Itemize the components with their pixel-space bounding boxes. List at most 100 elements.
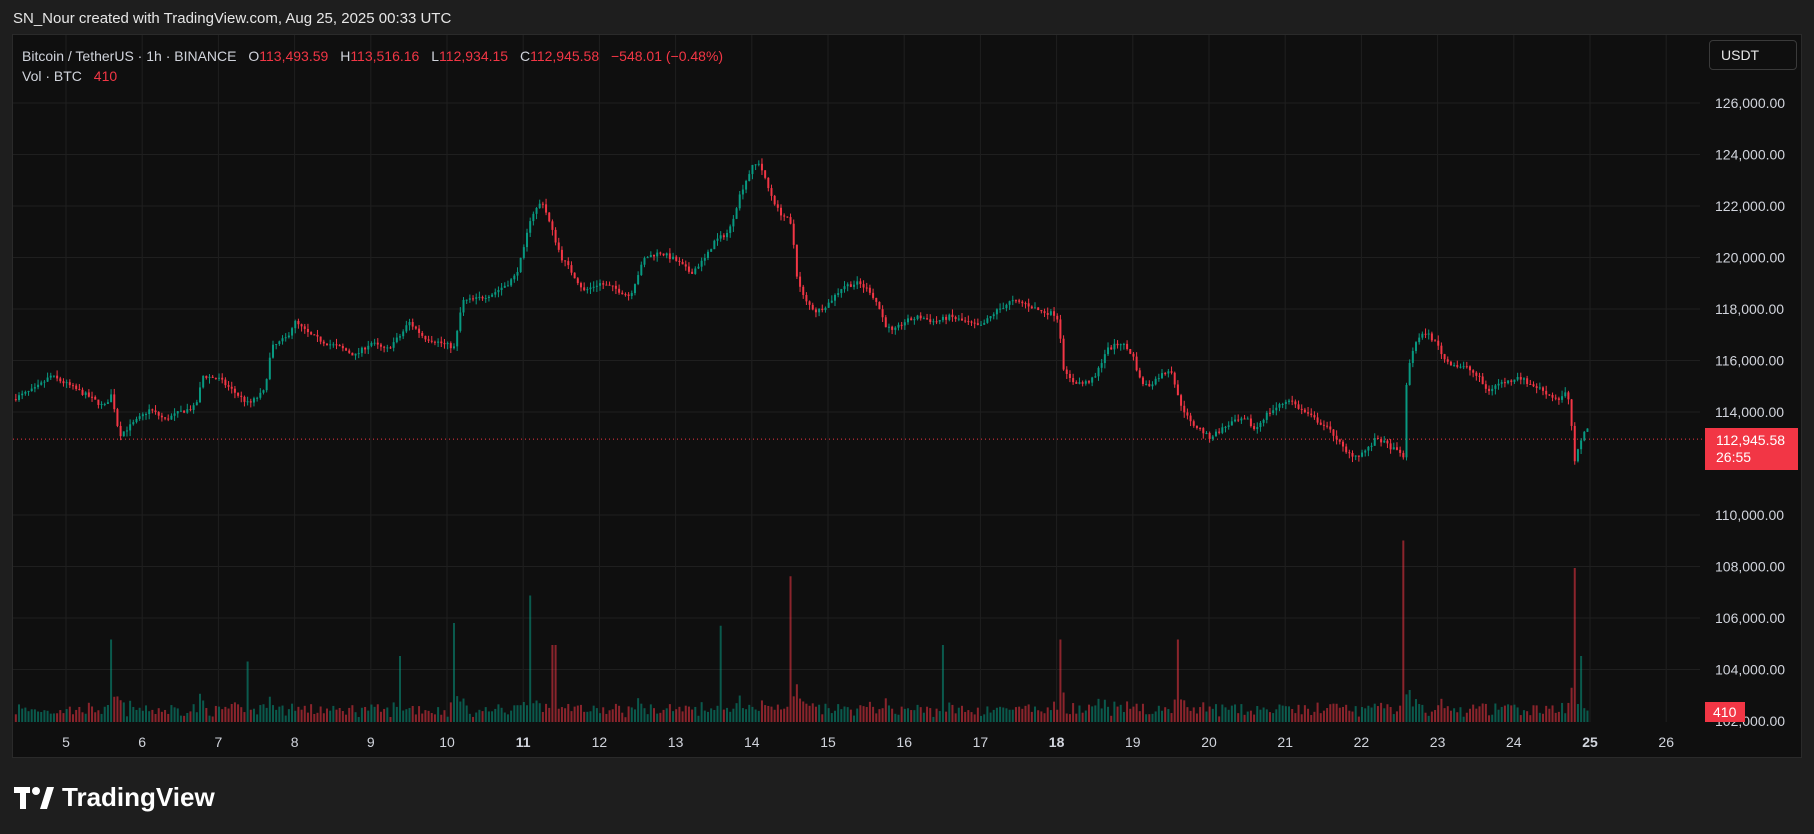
candle-body [297, 320, 300, 325]
candle-body [475, 297, 478, 299]
candle-body [497, 290, 500, 293]
candle-body [1107, 347, 1110, 355]
candle-body [1230, 421, 1233, 426]
candle-body [1418, 337, 1421, 343]
candle-body [1580, 440, 1583, 450]
candle-body [1132, 353, 1135, 357]
price-tick-label: 106,000.00 [1715, 610, 1785, 626]
time-tick-label: 9 [367, 734, 375, 750]
open-label: O [248, 48, 260, 64]
candle-body [1180, 395, 1183, 406]
candle-body [1170, 371, 1173, 373]
candle-body [237, 392, 240, 396]
candle-body [167, 418, 170, 420]
candle-body [926, 318, 929, 320]
volume-bar [1027, 704, 1030, 722]
volume-bar [872, 706, 875, 722]
volume-bar [1116, 706, 1119, 722]
candle-body [614, 285, 617, 289]
volume-bar [1256, 706, 1259, 722]
volume-bar [1084, 710, 1087, 722]
candle-body [1103, 354, 1106, 364]
candle-body [1167, 371, 1170, 374]
candle-body [1367, 446, 1370, 451]
volume-bar [932, 716, 935, 722]
volume-bar [827, 708, 830, 722]
candle-body [1072, 378, 1075, 383]
candle-body [1011, 300, 1014, 302]
candle-body [332, 344, 335, 346]
currency-button[interactable]: USDT [1709, 40, 1797, 70]
volume-bar [656, 713, 659, 722]
candle-body [1341, 441, 1344, 447]
volume-bar [1551, 705, 1554, 722]
volume-bar [1526, 711, 1529, 722]
candle-body [211, 376, 214, 378]
candle-body [1357, 455, 1360, 457]
candle-body [1141, 377, 1144, 385]
time-tick-label: 15 [820, 734, 836, 750]
candle-body [954, 317, 957, 320]
tradingview-logo[interactable]: TradingView [14, 782, 215, 813]
candle-body [446, 343, 449, 345]
volume-bar [624, 717, 627, 722]
volume-bar [497, 704, 500, 722]
candle-body [1005, 304, 1008, 309]
candle-body [1446, 359, 1449, 362]
volume-bar [1532, 705, 1535, 722]
candle-body [1402, 452, 1405, 458]
volume-bar [1230, 705, 1233, 722]
candle-body [478, 296, 481, 298]
candle-body [878, 301, 881, 310]
candle-body [198, 387, 201, 403]
candle-body [691, 271, 694, 274]
candle-body [989, 316, 992, 319]
volume-bar [694, 706, 697, 722]
volume-bar [954, 713, 957, 722]
volume-bar [1472, 704, 1475, 722]
volume-bar [529, 595, 532, 722]
candle-body [135, 418, 138, 423]
volume-bar [52, 713, 55, 722]
candle-body [1364, 450, 1367, 453]
volume-bar [1478, 706, 1481, 722]
volume-bar [773, 709, 776, 722]
volume-bar [1154, 711, 1157, 722]
candle-body [764, 170, 767, 178]
candle-body [897, 324, 900, 328]
ohlc-legend: Bitcoin / TetherUS · 1h · BINANCE O113,4… [22, 46, 723, 66]
volume-bar [595, 708, 598, 722]
candle-body [653, 254, 656, 257]
volume-bar [1040, 711, 1043, 722]
volume-bar [687, 706, 690, 722]
volume-bar [659, 712, 662, 722]
candle-body [1027, 303, 1030, 307]
volume-bar [192, 704, 195, 722]
volume-bar [1354, 706, 1357, 722]
candle-body [1354, 455, 1357, 457]
volume-bar [522, 701, 525, 722]
volume-bar [1449, 710, 1452, 722]
volume-bar [278, 706, 281, 722]
volume-bar [1068, 714, 1071, 722]
volume-bar [452, 623, 455, 722]
candle-body [24, 391, 27, 394]
volume-bar [589, 711, 592, 722]
candle-body [583, 287, 586, 291]
candle-body [919, 315, 922, 319]
candle-body [376, 342, 379, 345]
candlestick-chart[interactable]: 126,000.00 124,000.00 122,000.00 120,000.00… [0, 0, 1814, 834]
volume-bar [751, 706, 754, 722]
candle-body [335, 344, 338, 346]
volume-bar [1151, 713, 1154, 722]
volume-bar [68, 706, 71, 722]
candle-body [967, 321, 970, 323]
volume-bar [1195, 713, 1198, 722]
candle-body [697, 266, 700, 269]
volume-bar [710, 708, 713, 722]
candle-body [1564, 392, 1567, 397]
volume-bar [440, 714, 443, 722]
candle-body [1087, 381, 1090, 383]
candle-body [52, 375, 55, 377]
candle-body [894, 327, 897, 330]
